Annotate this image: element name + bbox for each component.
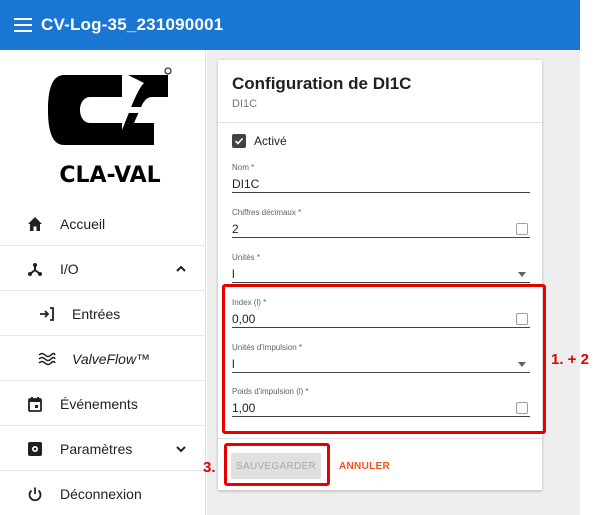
stepper-icon[interactable] [516, 223, 528, 235]
sidebar-item-label: Déconnexion [60, 486, 142, 502]
check-icon [234, 137, 244, 145]
io-icon [26, 260, 44, 278]
nom-field[interactable]: Nom * DI1C [232, 163, 530, 193]
sidebar-item-label: Accueil [60, 215, 106, 232]
power-icon [26, 485, 44, 503]
calendar-icon [26, 395, 44, 413]
sidebar-item-deconnexion[interactable]: Déconnexion [0, 472, 206, 515]
sidebar-item-valveflow[interactable]: ValveFlow™ [0, 337, 206, 381]
sidebar-item-parametres[interactable]: Paramètres [0, 427, 206, 471]
enabled-checkbox[interactable] [232, 134, 246, 148]
settings-icon [26, 440, 44, 458]
app-root: CV-Log-35_231090001 CLA-VAL Accueil I/O … [0, 0, 603, 515]
dropdown-arrow-icon[interactable] [518, 272, 526, 277]
enabled-checkbox-row[interactable]: Activé [232, 134, 287, 148]
units-field-label: Unités * [232, 253, 261, 262]
decimals-field-label: Chiffres décimaux * [232, 208, 302, 217]
sidebar-item-label: ValveFlow™ [72, 350, 151, 367]
sidebar-item-label: Paramètres [60, 440, 133, 457]
input-icon [38, 305, 56, 323]
sidebar-item-accueil[interactable]: Accueil [0, 202, 206, 246]
sidebar-item-entrees[interactable]: Entrées [0, 292, 206, 336]
waves-icon [38, 350, 56, 368]
card-subtitle: DI1C [232, 98, 258, 110]
cancel-button[interactable]: ANNULER [339, 453, 390, 479]
chevron-up-icon[interactable] [174, 262, 188, 276]
sidebar-item-label: I/O [60, 260, 79, 277]
enabled-label: Activé [254, 134, 287, 148]
menu-icon[interactable] [14, 18, 32, 32]
sidebar-item-io[interactable]: I/O [0, 247, 206, 291]
sidebar-item-evenements[interactable]: Événements [0, 382, 206, 426]
units-select[interactable]: l [232, 265, 530, 283]
sidebar: CLA-VAL Accueil I/O Entrées ValveFlow™ É… [0, 50, 206, 515]
decimals-field-input[interactable]: 2 [232, 220, 530, 238]
decimals-field[interactable]: Chiffres décimaux * 2 [232, 208, 530, 238]
card-title: Configuration de DI1C [232, 74, 412, 93]
annotation-box-fields [222, 284, 546, 434]
divider [218, 438, 542, 439]
decimals-field-value: 2 [232, 222, 239, 236]
app-bar: CV-Log-35_231090001 [0, 0, 580, 50]
divider [218, 122, 542, 123]
cla-val-logo: CLA-VAL [48, 67, 172, 188]
nom-field-label: Nom * [232, 163, 255, 172]
units-field-value: l [232, 267, 235, 281]
annotation-label-save: 3. [203, 459, 216, 476]
annotation-box-save [224, 443, 330, 486]
nom-field-value[interactable]: DI1C [232, 175, 530, 193]
annotation-label-fields: 1. + 2 [551, 351, 589, 368]
app-title: CV-Log-35_231090001 [41, 15, 224, 34]
sidebar-item-label: Entrées [72, 305, 121, 322]
units-field[interactable]: Unités * l [232, 253, 530, 283]
home-icon [26, 215, 44, 233]
logo-text: CLA-VAL [59, 163, 160, 188]
chevron-down-icon[interactable] [174, 442, 188, 456]
sidebar-item-label: Événements [60, 395, 138, 412]
